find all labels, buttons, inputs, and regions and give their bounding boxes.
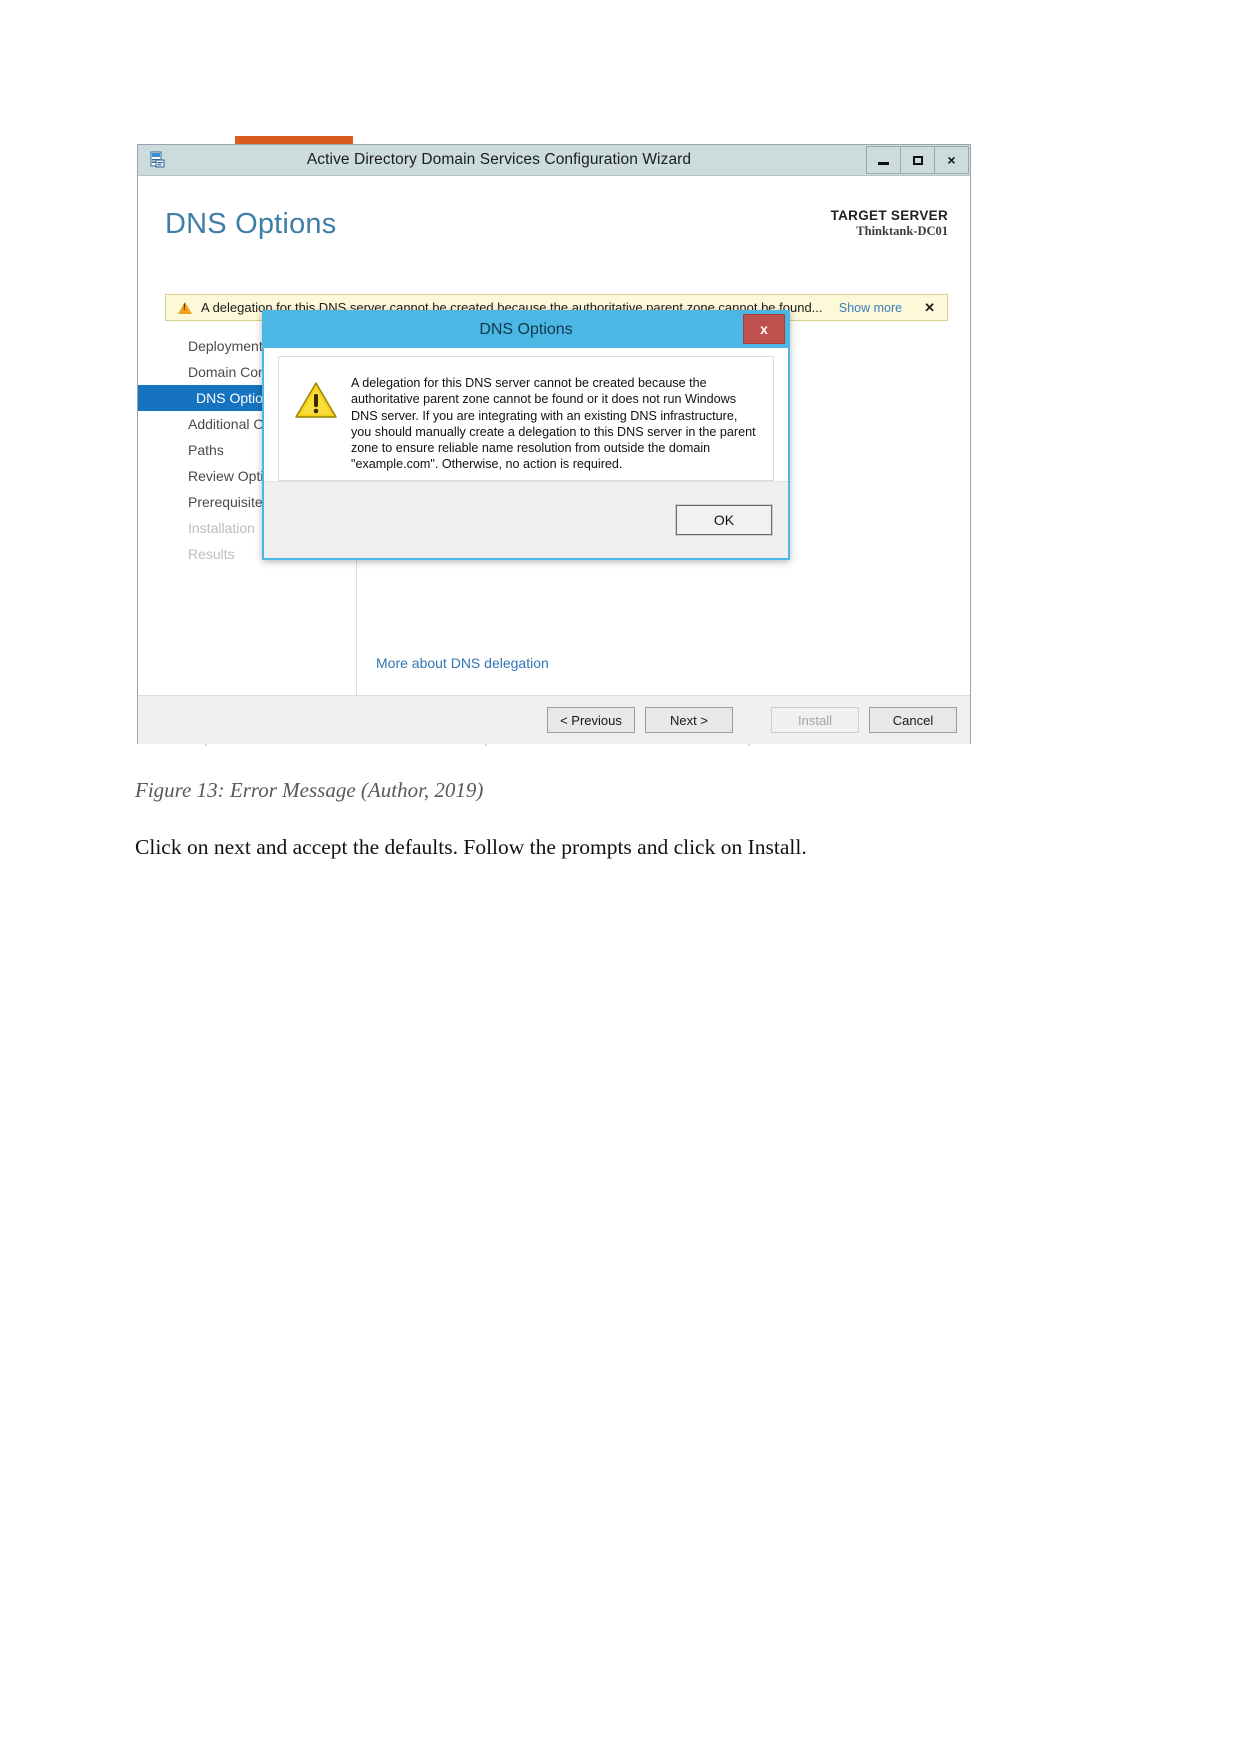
minimize-button[interactable] (866, 146, 901, 174)
previous-button[interactable]: < Previous (547, 707, 635, 733)
target-server-block: TARGET SERVER Thinktank-DC01 (831, 208, 948, 239)
dialog-title: DNS Options (479, 321, 573, 338)
wizard-footer: < Previous Next > Install Cancel (138, 695, 970, 744)
figure-caption: Figure 13: Error Message (Author, 2019) (135, 778, 484, 802)
warning-icon (178, 301, 192, 314)
body-paragraph: Click on next and accept the defaults. F… (135, 835, 807, 859)
window-titlebar: Active Directory Domain Services Configu… (138, 145, 970, 176)
dns-options-warning-dialog: DNS Options x A delegation for this DNS … (262, 310, 790, 560)
dialog-message: A delegation for this DNS server cannot … (351, 376, 756, 472)
cancel-button[interactable]: Cancel (869, 707, 957, 733)
document-page: Active Directory Domain Services Configu… (0, 0, 1241, 1754)
dialog-body: A delegation for this DNS server cannot … (278, 356, 774, 481)
ok-button[interactable]: OK (675, 504, 773, 536)
target-server-label: TARGET SERVER (830, 208, 948, 223)
background-orange-tab (235, 136, 353, 144)
maximize-button[interactable] (901, 146, 935, 174)
window-controls: × (866, 146, 969, 174)
dialog-titlebar: DNS Options x (264, 312, 788, 348)
install-button: Install (771, 707, 859, 733)
screenshot-figure: Active Directory Domain Services Configu… (135, 136, 971, 746)
target-server-name: Thinktank-DC01 (856, 224, 948, 238)
close-icon: × (947, 152, 956, 168)
page-title: DNS Options (165, 208, 337, 240)
show-more-link[interactable]: Show more (839, 301, 902, 315)
next-button[interactable]: Next > (645, 707, 733, 733)
warning-triangle-icon (295, 381, 337, 419)
window-title: Active Directory Domain Services Configu… (306, 151, 692, 168)
close-button[interactable]: × (935, 146, 969, 174)
dialog-close-button[interactable]: x (743, 314, 785, 344)
ad-ds-configuration-wizard-window: Active Directory Domain Services Configu… (137, 144, 971, 744)
maximize-icon (912, 155, 923, 165)
minimize-icon (878, 161, 889, 165)
notification-close-icon[interactable]: ✕ (924, 300, 935, 316)
wizard-app-icon (148, 151, 166, 169)
dialog-footer: OK (264, 481, 788, 558)
more-about-dns-delegation-link[interactable]: More about DNS delegation (376, 655, 549, 671)
